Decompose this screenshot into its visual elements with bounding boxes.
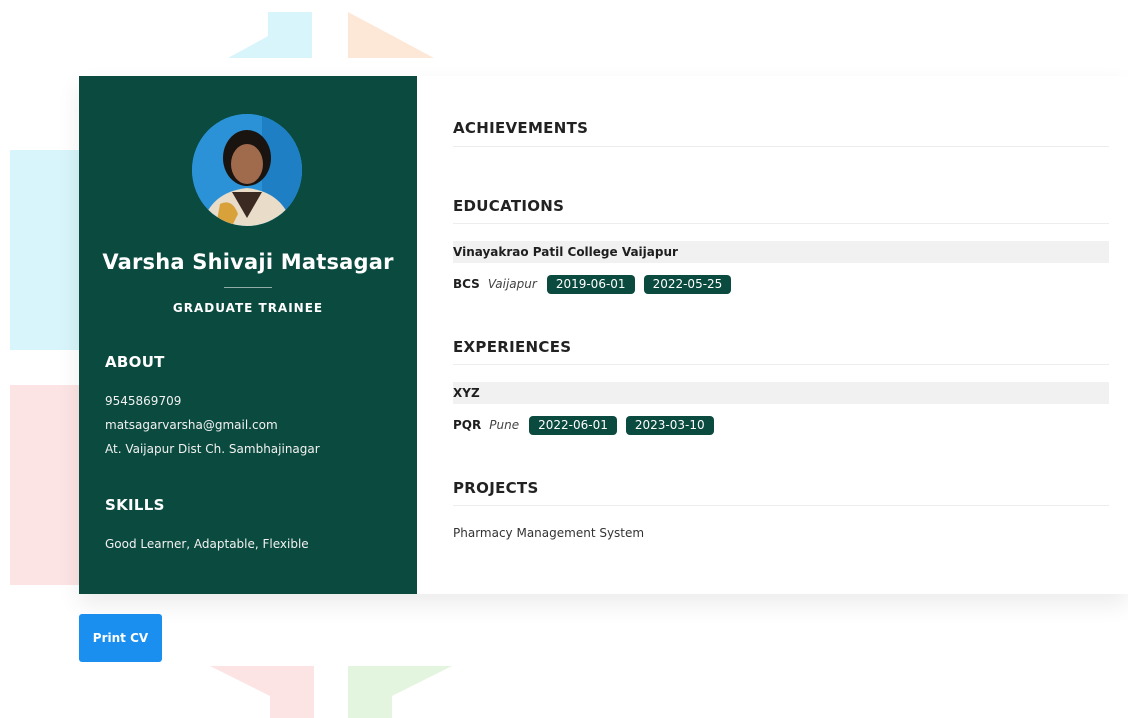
education-degree: BCS [453,277,480,291]
education-institution: Vinayakrao Patil College Vaijapur [453,241,1109,263]
section-divider [453,364,1109,365]
background-shape [348,12,434,58]
achievements-heading: ACHIEVEMENTS [453,119,589,137]
about-heading: ABOUT [105,353,165,371]
projects-heading: PROJECTS [453,479,539,497]
about-details: 9545869709 matsagarvarsha@gmail.com At. … [105,389,320,461]
education-details: BCS Vaijapur 2019-06-01 2022-05-25 [453,273,740,295]
cv-sidebar: Varsha Shivaji Matsagar GRADUATE TRAINEE… [79,76,417,594]
education-end-date-badge: 2022-05-25 [643,274,732,294]
experience-start-date-badge: 2022-06-01 [529,415,617,435]
cv-card: Varsha Shivaji Matsagar GRADUATE TRAINEE… [79,76,1128,594]
experience-role: PQR [453,418,482,432]
about-phone: 9545869709 [105,394,182,408]
background-shape [10,150,80,350]
experience-company: XYZ [453,382,1109,404]
cv-main: ACHIEVEMENTS EDUCATIONS Vinayakrao Patil… [417,76,1128,594]
experience-location: Pune [489,418,520,432]
educations-heading: EDUCATIONS [453,197,565,215]
about-email: matsagarvarsha@gmail.com [105,418,278,432]
profile-name: Varsha Shivaji Matsagar [102,250,394,274]
background-shape [268,12,312,58]
print-cv-button[interactable]: Print CV [79,614,162,662]
name-divider [224,287,272,288]
experience-company-name: XYZ [453,386,480,400]
experiences-heading: EXPERIENCES [453,338,572,356]
profile-job-title: GRADUATE TRAINEE [172,301,324,315]
background-shape [270,666,314,718]
skills-text: Good Learner, Adaptable, Flexible [105,537,309,551]
about-address: At. Vaijapur Dist Ch. Sambhajinagar [105,442,320,456]
skills-heading: SKILLS [105,496,165,514]
project-item: Pharmacy Management System [453,526,645,540]
education-location: Vaijapur [487,277,537,291]
background-shape [10,385,80,585]
experience-end-date-badge: 2023-03-10 [625,415,714,435]
education-start-date-badge: 2019-06-01 [546,274,635,294]
section-divider [453,223,1109,224]
background-shape [348,666,392,718]
section-divider [453,505,1109,506]
experience-details: PQR Pune 2022-06-01 2023-03-10 [453,414,723,436]
section-divider [453,146,1109,147]
education-institution-name: Vinayakrao Patil College Vaijapur [453,245,678,259]
profile-photo-icon [192,114,302,226]
